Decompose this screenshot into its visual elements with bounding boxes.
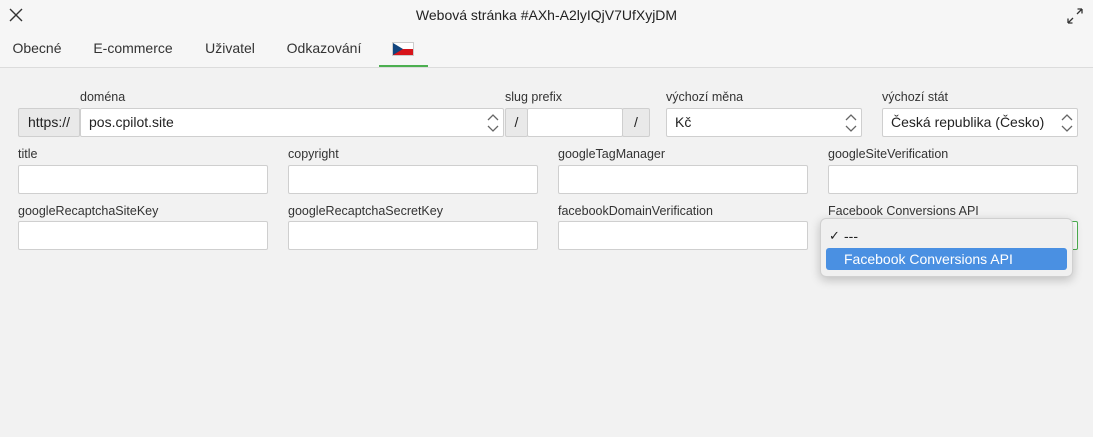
- tab-odkazovani[interactable]: Odkazování: [275, 32, 373, 65]
- chevron-updown-icon: [487, 114, 499, 132]
- protocol-addon: https://: [18, 108, 80, 137]
- domain-select[interactable]: pos.cpilot.site: [80, 108, 504, 137]
- chevron-updown-icon: [845, 114, 857, 132]
- dropdown-option-facebook-conversions[interactable]: Facebook Conversions API: [826, 248, 1067, 270]
- currency-label: výchozí měna: [666, 90, 744, 104]
- chevron-updown-icon: [1061, 114, 1073, 132]
- slug-suffix-addon: /: [622, 108, 650, 137]
- expand-icon[interactable]: [1065, 6, 1085, 26]
- facebook-domain-verification-label: facebookDomainVerification: [558, 204, 713, 218]
- google-tag-manager-input[interactable]: [558, 165, 808, 194]
- google-tag-manager-label: googleTagManager: [558, 147, 666, 161]
- dropdown-option-none[interactable]: ✓ ---: [826, 225, 1067, 247]
- tab-uzivatel[interactable]: Uživatel: [192, 32, 268, 65]
- protocol-text: https://: [27, 114, 71, 130]
- dropdown-option-label: Facebook Conversions API: [844, 251, 1013, 267]
- currency-value: Kč: [675, 114, 692, 130]
- facebook-conversions-label: Facebook Conversions API: [828, 204, 979, 218]
- slug-suffix-slash: /: [634, 114, 638, 130]
- currency-select[interactable]: Kč: [666, 108, 862, 137]
- czech-flag-icon: [392, 42, 414, 56]
- tab-obecne[interactable]: Obecné: [0, 32, 74, 65]
- slug-prefix-input[interactable]: [527, 108, 623, 137]
- dropdown-option-label: ---: [844, 228, 858, 244]
- slug-prefix-addon: /: [505, 108, 528, 137]
- recaptcha-secret-key-input[interactable]: [288, 221, 538, 250]
- country-select[interactable]: Česká republika (Česko): [882, 108, 1078, 137]
- google-site-verification-label: googleSiteVerification: [828, 147, 949, 161]
- recaptcha-site-key-input[interactable]: [18, 221, 268, 250]
- copyright-label: copyright: [288, 147, 339, 161]
- facebook-conversions-dropdown: ✓ --- Facebook Conversions API: [820, 218, 1073, 277]
- tab-czech-language[interactable]: [379, 32, 428, 67]
- copyright-input[interactable]: [288, 165, 538, 194]
- tab-ecommerce[interactable]: E-commerce: [80, 32, 186, 65]
- window-titlebar: Webová stránka #AXh-A2lyIQjV7UfXyjDM: [0, 0, 1093, 32]
- title-label: title: [18, 147, 38, 161]
- facebook-domain-verification-input[interactable]: [558, 221, 808, 250]
- slug-prefix-label: slug prefix: [505, 90, 562, 104]
- window-title: Webová stránka #AXh-A2lyIQjV7UfXyjDM: [415, 7, 678, 23]
- title-input[interactable]: [18, 165, 268, 194]
- recaptcha-site-key-label: googleRecaptchaSiteKey: [18, 204, 159, 218]
- slug-prefix-slash: /: [514, 114, 519, 130]
- country-value: Česká republika (Česko): [891, 114, 1045, 130]
- google-site-verification-input[interactable]: [828, 165, 1078, 194]
- domain-value: pos.cpilot.site: [89, 114, 174, 130]
- tab-bar: Obecné E-commerce Uživatel Odkazování: [0, 32, 1093, 68]
- recaptcha-secret-key-label: googleRecaptchaSecretKey: [288, 204, 443, 218]
- checkmark-icon: ✓: [829, 228, 840, 243]
- country-label: výchozí stát: [882, 90, 948, 104]
- domain-label: doména: [80, 90, 126, 104]
